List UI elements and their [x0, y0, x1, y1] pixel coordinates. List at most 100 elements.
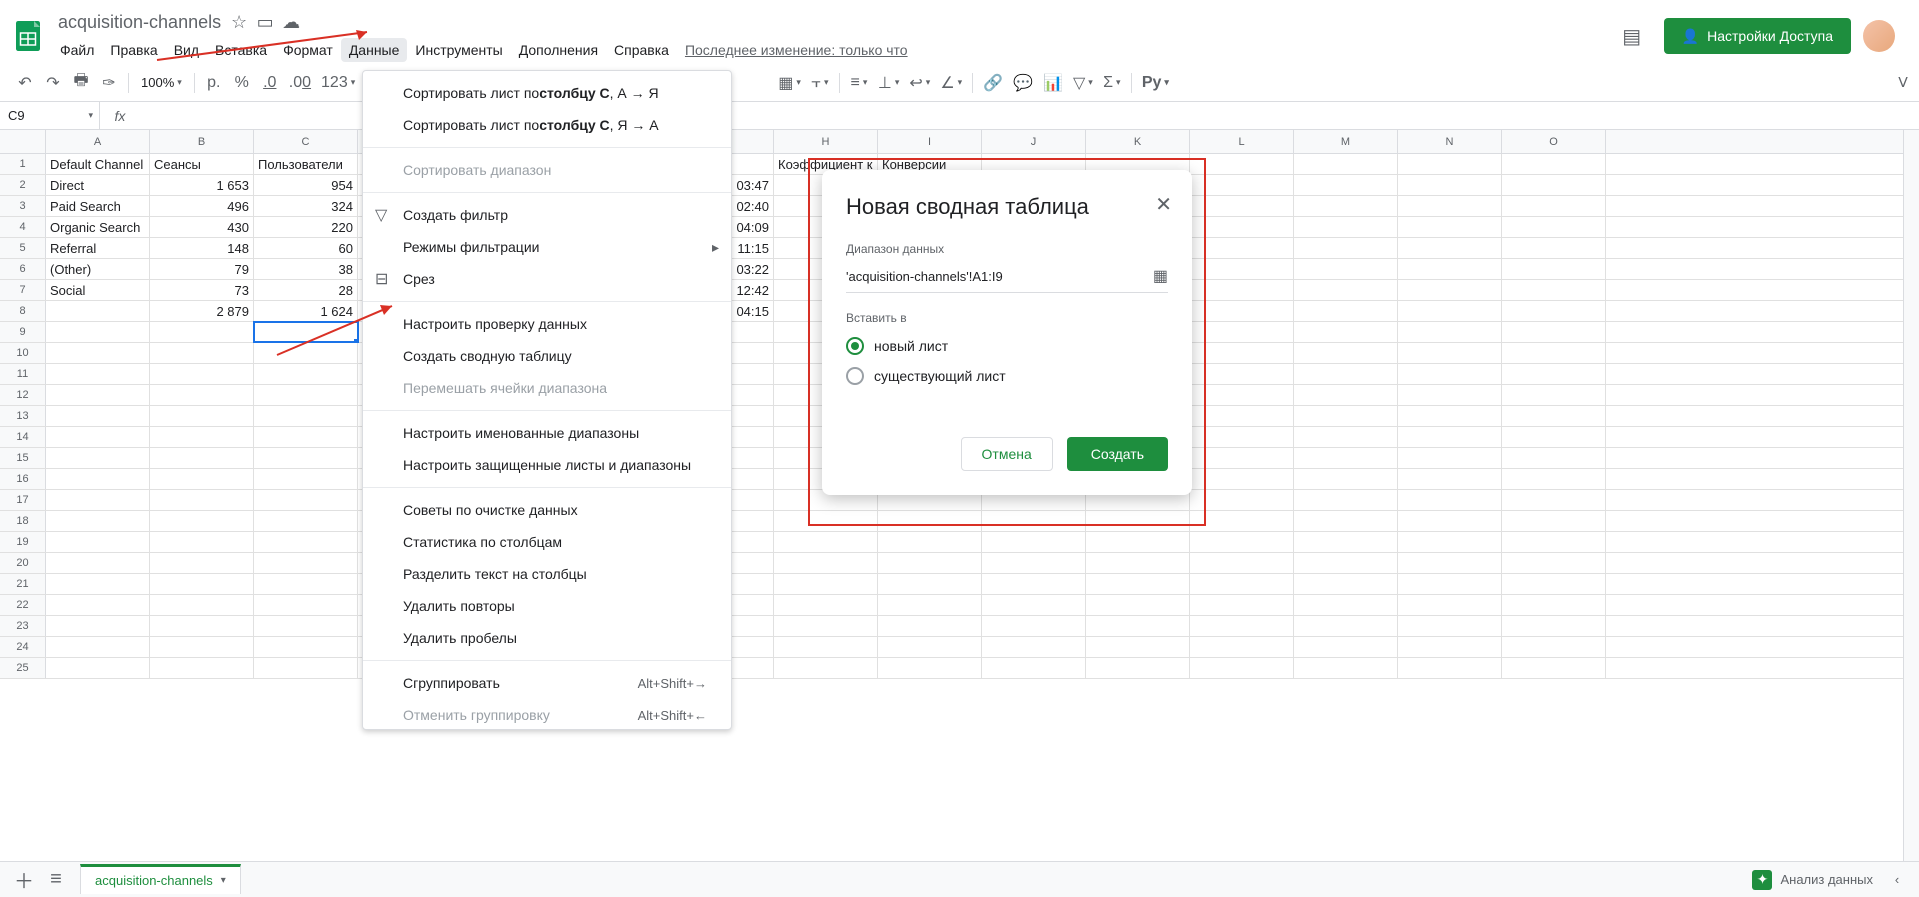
input-tools-button[interactable]: Ру	[1138, 70, 1173, 96]
cell[interactable]	[982, 574, 1086, 594]
cell[interactable]	[1502, 574, 1606, 594]
row-header[interactable]: 22	[0, 595, 46, 615]
cell[interactable]	[150, 406, 254, 426]
cell[interactable]	[1086, 532, 1190, 552]
cell[interactable]	[46, 658, 150, 678]
cell[interactable]	[1398, 637, 1502, 657]
menu-инструменты[interactable]: Инструменты	[407, 38, 510, 62]
menu-sort-desc[interactable]: Сортировать лист по столбцу C, Я → А	[363, 109, 731, 141]
cell[interactable]	[1294, 553, 1398, 573]
cell[interactable]	[878, 637, 982, 657]
cell[interactable]	[1398, 448, 1502, 468]
cell[interactable]	[1398, 196, 1502, 216]
cell[interactable]	[254, 322, 358, 342]
cell[interactable]	[774, 595, 878, 615]
col-header[interactable]: C	[254, 130, 358, 153]
cell[interactable]	[1502, 301, 1606, 321]
cell[interactable]	[150, 574, 254, 594]
cell[interactable]	[254, 427, 358, 447]
cell[interactable]	[46, 637, 150, 657]
cell[interactable]	[1294, 406, 1398, 426]
cell[interactable]	[1294, 196, 1398, 216]
cell[interactable]	[1502, 553, 1606, 573]
cell[interactable]	[254, 616, 358, 636]
row-header[interactable]: 1	[0, 154, 46, 174]
cell[interactable]	[1398, 532, 1502, 552]
cell[interactable]	[1502, 175, 1606, 195]
menu-column-stats[interactable]: Статистика по столбцам	[363, 526, 731, 558]
cell[interactable]	[150, 385, 254, 405]
cell[interactable]	[46, 385, 150, 405]
cell[interactable]	[1398, 238, 1502, 258]
radio-new-sheet[interactable]: новый лист	[846, 337, 1168, 355]
cell[interactable]	[878, 658, 982, 678]
cell[interactable]	[1190, 532, 1294, 552]
cell[interactable]	[1398, 280, 1502, 300]
cell[interactable]: 38	[254, 259, 358, 279]
cell[interactable]	[1398, 259, 1502, 279]
cell[interactable]	[1398, 364, 1502, 384]
cell[interactable]	[1398, 490, 1502, 510]
cell[interactable]	[878, 553, 982, 573]
cell[interactable]	[1190, 616, 1294, 636]
cell[interactable]	[982, 553, 1086, 573]
cell[interactable]	[254, 511, 358, 531]
cell[interactable]	[878, 574, 982, 594]
cell[interactable]	[1502, 637, 1606, 657]
cell[interactable]	[1294, 259, 1398, 279]
col-header[interactable]: M	[1294, 130, 1398, 153]
cell[interactable]	[150, 616, 254, 636]
cell[interactable]	[1294, 637, 1398, 657]
cell[interactable]	[1398, 322, 1502, 342]
redo-button[interactable]: ↷	[40, 70, 66, 96]
menu-sort-asc[interactable]: Сортировать лист по столбцу C, А → Я	[363, 77, 731, 109]
cell[interactable]: 148	[150, 238, 254, 258]
row-header[interactable]: 4	[0, 217, 46, 237]
cell[interactable]	[1294, 322, 1398, 342]
cell[interactable]	[46, 532, 150, 552]
cell[interactable]	[1190, 574, 1294, 594]
menu-remove-duplicates[interactable]: Удалить повторы	[363, 590, 731, 622]
col-header[interactable]: A	[46, 130, 150, 153]
menu-filter-views[interactable]: Режимы фильтрации▸	[363, 231, 731, 263]
sheet-tab[interactable]: acquisition-channels▾	[80, 864, 241, 894]
comments-button[interactable]: ▤	[1612, 16, 1652, 56]
row-header[interactable]: 6	[0, 259, 46, 279]
col-header[interactable]: H	[774, 130, 878, 153]
col-header[interactable]: O	[1502, 130, 1606, 153]
cell[interactable]	[1294, 280, 1398, 300]
cell[interactable]	[1294, 301, 1398, 321]
borders-button[interactable]: ▦	[774, 70, 805, 96]
cell[interactable]	[254, 364, 358, 384]
all-sheets-button[interactable]: ≡	[40, 864, 72, 896]
cell[interactable]	[878, 616, 982, 636]
cell[interactable]	[1398, 343, 1502, 363]
cell[interactable]	[150, 595, 254, 615]
cell[interactable]: (Other)	[46, 259, 150, 279]
cell[interactable]	[774, 616, 878, 636]
cell[interactable]	[1294, 364, 1398, 384]
cell[interactable]	[1294, 616, 1398, 636]
halign-button[interactable]: ≡	[846, 70, 872, 96]
cell[interactable]	[150, 637, 254, 657]
cell[interactable]	[774, 658, 878, 678]
decrease-decimal-button[interactable]: .0	[257, 70, 283, 96]
menu-data-validation[interactable]: Настроить проверку данных	[363, 308, 731, 340]
row-header[interactable]: 24	[0, 637, 46, 657]
cell[interactable]	[46, 427, 150, 447]
cell[interactable]	[1086, 595, 1190, 615]
cell[interactable]	[1294, 658, 1398, 678]
sheet-menu-icon[interactable]: ▾	[221, 875, 226, 886]
sheets-logo[interactable]	[8, 16, 48, 56]
cell[interactable]	[1398, 406, 1502, 426]
cell[interactable]	[1086, 637, 1190, 657]
cell[interactable]: Organic Search	[46, 217, 150, 237]
col-header[interactable]: L	[1190, 130, 1294, 153]
cell[interactable]	[254, 574, 358, 594]
comment-button[interactable]: 💬	[1009, 70, 1037, 96]
cell[interactable]	[1086, 553, 1190, 573]
cell[interactable]	[1086, 658, 1190, 678]
add-sheet-button[interactable]: ＋	[8, 864, 40, 896]
cell[interactable]	[254, 469, 358, 489]
cell[interactable]	[1502, 196, 1606, 216]
